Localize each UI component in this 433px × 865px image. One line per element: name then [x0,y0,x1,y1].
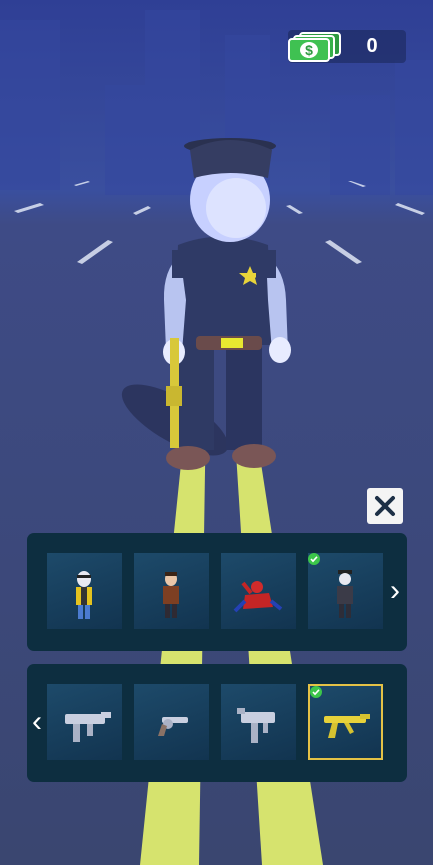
skin-slot-brown-jacket[interactable] [134,553,209,629]
svg-text:$: $ [305,42,313,58]
spider-hero-skin-icon [233,581,283,613]
weapon-slot-uzi[interactable] [221,684,296,760]
currency-panel: $ 0 [288,30,406,63]
currency-amount: 0 [366,35,378,57]
owned-check-icon [308,553,320,565]
smg-icon [65,712,111,742]
skins-next-arrow[interactable]: › [385,569,405,613]
weapon-slot-golden-rifle[interactable] [308,684,383,760]
brown-jacket-skin-icon [163,572,179,618]
weapons-prev-arrow[interactable]: ‹ [27,700,47,744]
close-icon [375,496,395,516]
weapon-slot-revolver[interactable] [134,684,209,760]
weapon-selection-panel: ‹ [27,664,407,782]
uzi-icon [237,708,275,743]
owned-check-icon [310,686,322,698]
dollar-bill-stack-icon: $ [288,32,342,62]
skin-slot-yellow-vest[interactable] [47,553,122,629]
skin-selection-panel: › [27,533,407,651]
skin-slot-police[interactable] [308,553,383,629]
revolver-icon [158,717,188,736]
weapon-slot-smg[interactable] [47,684,122,760]
yellow-vest-skin-icon [76,571,92,619]
skin-slot-spider-hero[interactable] [221,553,296,629]
close-button[interactable] [367,488,403,524]
